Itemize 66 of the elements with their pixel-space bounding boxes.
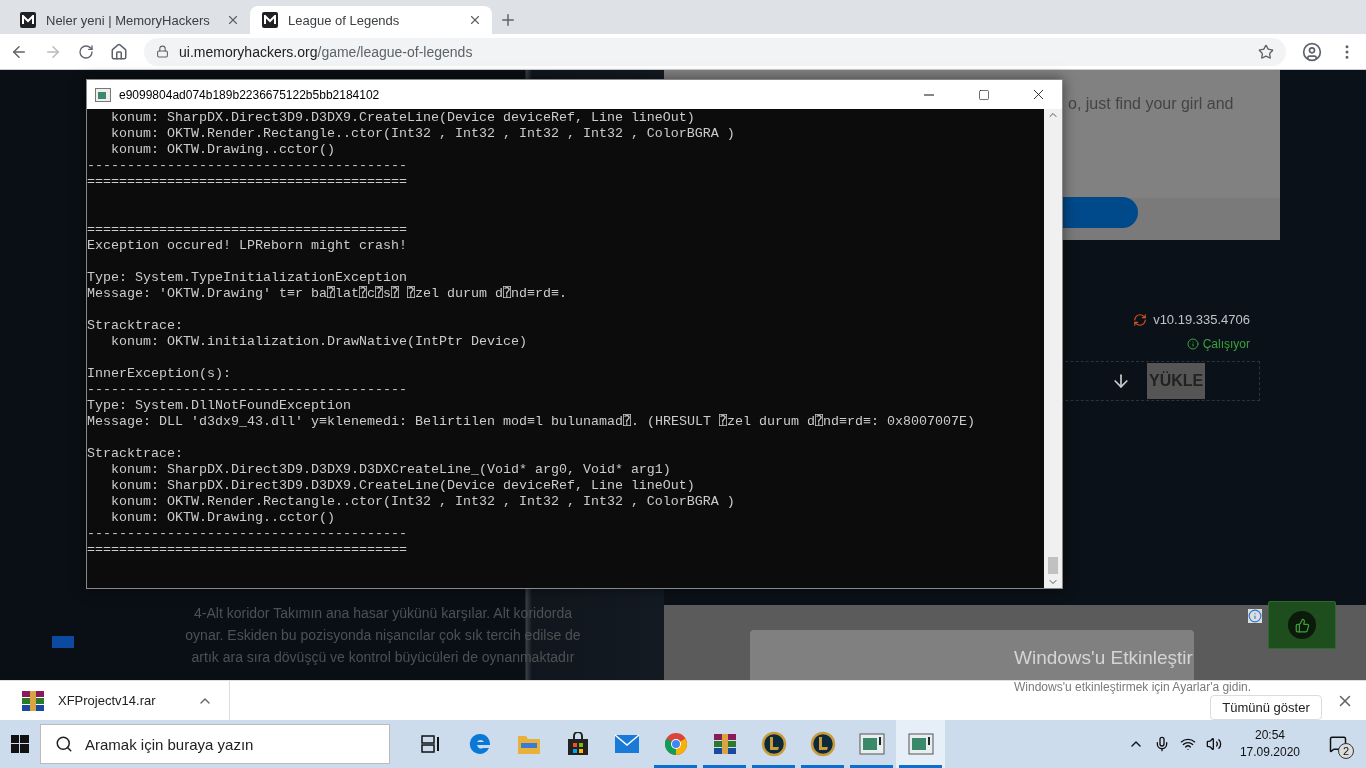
chrome-icon[interactable] bbox=[663, 732, 688, 756]
console-line: Stracktrace: bbox=[87, 318, 184, 334]
wifi-icon[interactable] bbox=[1179, 736, 1196, 752]
console-line: Message: DLL 'd3dx9_43.dll' y≡klenemedi: Belirtilen mod≡l bulunamad⍰. (HRESULT ⍰zel durum d⍰nd≡rd≡: 0x8007007E) bbox=[87, 414, 976, 430]
console-line: Exception occured! LPReborn might crash! bbox=[87, 238, 408, 254]
folder-icon[interactable] bbox=[516, 733, 541, 755]
like-button[interactable] bbox=[1268, 601, 1336, 649]
profile-icon[interactable] bbox=[1302, 41, 1322, 62]
show-all-button[interactable]: Tümünü göster bbox=[1210, 695, 1322, 720]
envelope-icon[interactable] bbox=[613, 734, 640, 754]
activation-title: Windows'u Etkinleştir bbox=[1014, 647, 1194, 669]
console-line: ---------------------------------------- bbox=[87, 158, 408, 174]
browser-tab[interactable]: League of Legends bbox=[250, 6, 492, 34]
console-line: ---------------------------------------- bbox=[87, 526, 408, 542]
search-icon bbox=[55, 735, 73, 753]
console-line: konum: SharpDX.Direct3D9.D3DX9.D3DXCreateLine_(Void* arg0, Void* arg1) bbox=[110, 462, 672, 478]
notification-button[interactable]: 2 bbox=[1318, 724, 1358, 764]
scrollbar-thumb[interactable] bbox=[1048, 557, 1058, 574]
archive-books-icon[interactable] bbox=[711, 732, 738, 756]
app-window-icon bbox=[95, 87, 111, 102]
status-text: Çalışıyor bbox=[1202, 337, 1250, 351]
action-button[interactable] bbox=[1063, 197, 1138, 228]
clock[interactable]: 20:54 17.09.2020 bbox=[1231, 727, 1308, 761]
minimize-icon bbox=[923, 93, 934, 96]
info-icon bbox=[1186, 338, 1199, 350]
address-bar[interactable]: ui.memoryhackers.org/game/league-of-legends bbox=[144, 37, 1286, 66]
info-icon bbox=[1248, 609, 1262, 623]
console-line: ======================================== bbox=[87, 222, 408, 238]
browser-tab[interactable]: Neler yeni | MemoryHackers bbox=[8, 6, 250, 34]
task-view-icon[interactable] bbox=[420, 735, 441, 753]
app-window-icon[interactable] bbox=[858, 733, 885, 755]
version-text: v10.19.335.4706 bbox=[1153, 312, 1250, 327]
archive-books-icon[interactable] bbox=[20, 688, 46, 713]
console-line: Type: System.TypeInitializationException bbox=[87, 270, 408, 286]
league-icon[interactable] bbox=[760, 731, 787, 757]
console-line: konum: OKTW.Drawing..cctor() bbox=[110, 510, 336, 526]
site-logo-icon bbox=[20, 12, 36, 28]
shopping-bag-icon[interactable] bbox=[566, 732, 589, 756]
thumbs-up-icon bbox=[1294, 617, 1310, 633]
console-line: konum: OKTW.Drawing..cctor() bbox=[110, 142, 336, 158]
window-title: e9099804ad074b189b2236675122b5bb2184102 bbox=[119, 87, 381, 102]
console-line: konum: SharpDX.Direct3D9.D3DX9.CreateLine(Device deviceRef, Line lineOut) bbox=[110, 478, 696, 494]
reload-icon[interactable] bbox=[78, 43, 94, 60]
console-line: ---------------------------------------- bbox=[87, 382, 408, 398]
close-icon[interactable] bbox=[468, 13, 482, 27]
search-field[interactable]: Aramak için buraya yazın bbox=[40, 724, 390, 764]
maximize-icon bbox=[977, 88, 990, 101]
app-window-icon[interactable] bbox=[907, 733, 934, 755]
console-line: ======================================== bbox=[87, 174, 408, 190]
scrollbar[interactable] bbox=[1044, 109, 1062, 588]
close-icon[interactable] bbox=[226, 13, 240, 27]
console-line: Message: 'OKTW.Drawing' t≡r ba⍰lat⍰c⍰s⍰ ⍰zel durum d⍰nd≡rd≡. bbox=[87, 286, 569, 302]
home-icon[interactable] bbox=[110, 42, 128, 61]
console-line: Type: System.DllNotFoundException bbox=[87, 398, 352, 414]
console-line: konum: OKTW.Render.Rectangle..ctor(Int32 , Int32 , Int32 , Int32 , ColorBGRA ) bbox=[110, 494, 736, 510]
console-line: InnerException(s): bbox=[87, 366, 232, 382]
console-line: konum: OKTW.initialization.DrawNative(IntPtr Device) bbox=[110, 334, 528, 350]
browser-icon[interactable] bbox=[467, 732, 492, 756]
console-line: Stracktrace: bbox=[87, 446, 184, 462]
volume-icon[interactable] bbox=[1205, 736, 1222, 752]
site-logo-icon bbox=[262, 12, 278, 28]
league-icon[interactable] bbox=[809, 731, 836, 757]
windows-logo-icon bbox=[11, 735, 29, 753]
activation-hint: Windows'u etkinleştirmek için Ayarlar'a gidin. bbox=[1014, 681, 1252, 694]
console-line: ======================================== bbox=[87, 542, 408, 558]
refresh-icon bbox=[1133, 312, 1148, 327]
